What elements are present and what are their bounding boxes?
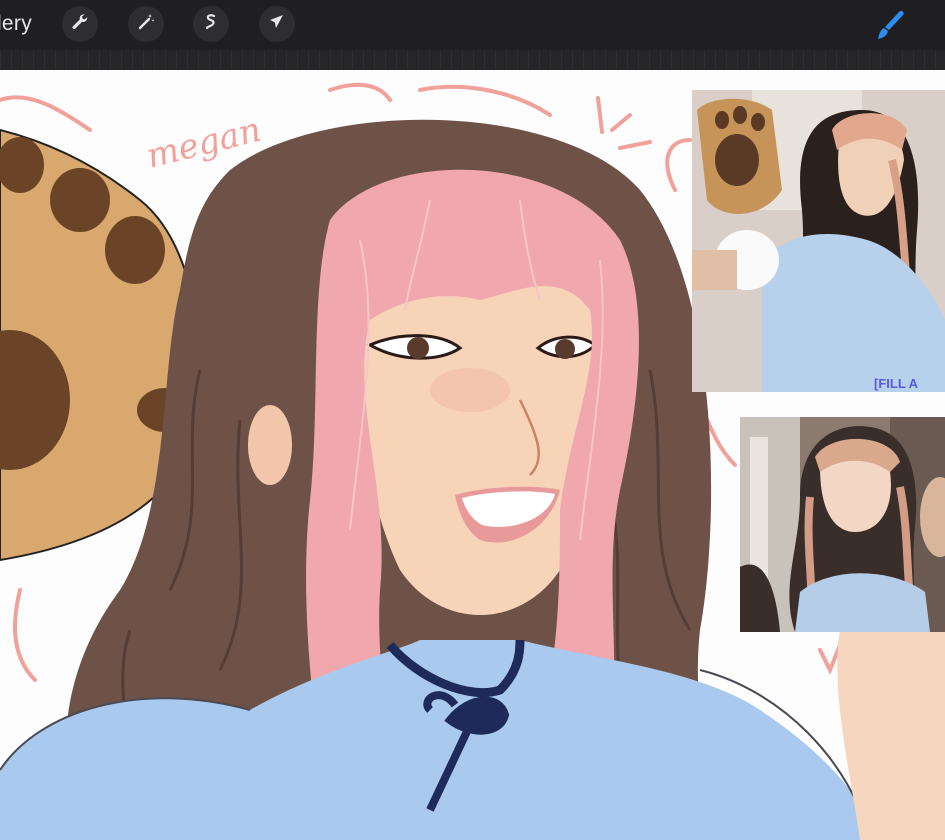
magic-wand-icon bbox=[136, 12, 156, 37]
canvas-top-strip bbox=[0, 50, 945, 70]
adjustments-button[interactable] bbox=[128, 6, 164, 42]
reference-photo-2[interactable] bbox=[740, 417, 945, 632]
transform-arrow-icon bbox=[267, 12, 287, 37]
brush-icon bbox=[872, 10, 908, 46]
reference-photo-1[interactable]: [FILL A bbox=[692, 90, 945, 392]
brush-button[interactable] bbox=[872, 8, 908, 42]
wrench-icon bbox=[70, 12, 90, 37]
selection-icon bbox=[201, 12, 221, 37]
selection-button[interactable] bbox=[193, 6, 229, 42]
transform-button[interactable] bbox=[259, 6, 295, 42]
top-toolbar: llery bbox=[0, 0, 945, 50]
reference-caption: [FILL A bbox=[874, 376, 919, 391]
actions-button[interactable] bbox=[62, 6, 98, 42]
gallery-button[interactable]: llery bbox=[0, 12, 32, 36]
drawing-canvas[interactable]: megan [FILL A bbox=[0, 70, 945, 840]
